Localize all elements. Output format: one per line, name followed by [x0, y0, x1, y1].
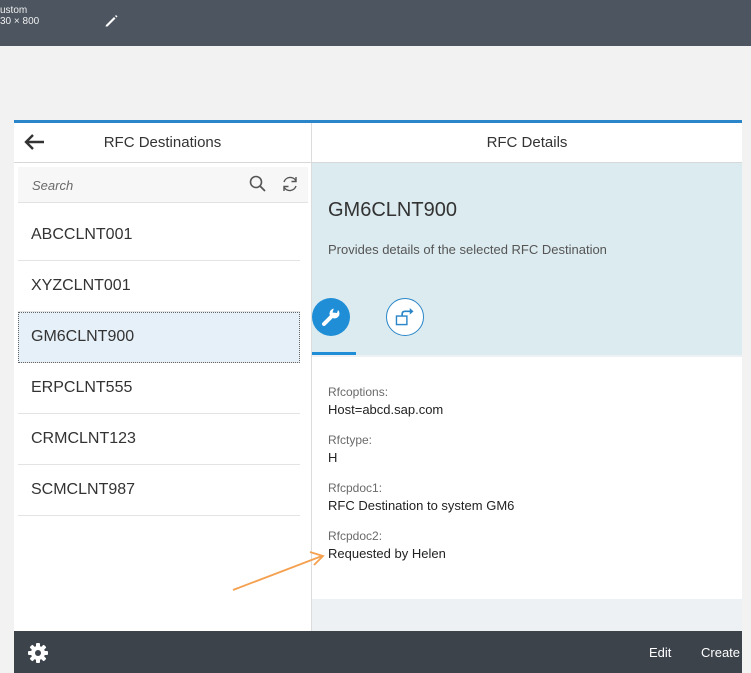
back-arrow-icon[interactable] [24, 132, 46, 152]
master-footer [14, 631, 312, 673]
share-icon [395, 308, 414, 326]
object-title: GM6CLNT900 [328, 199, 457, 221]
detail-header: RFC Details [312, 123, 742, 163]
search-icon[interactable] [248, 174, 268, 194]
master-header: RFC Destinations [14, 123, 311, 163]
field-value: H [328, 450, 338, 465]
browser-toolbar: ustom 30 × 800 [0, 0, 751, 46]
gear-icon[interactable] [27, 642, 49, 664]
master-title: RFC Destinations [103, 134, 222, 151]
split-app: RFC Destinations ABCCLNT001 XYZCLNT001 G… [14, 120, 742, 673]
field-rfcoptions: Rfcoptions: Host=abcd.sap.com [328, 385, 443, 418]
field-rfctype: Rfctype: H [328, 433, 372, 466]
page-background [0, 46, 751, 120]
tab-share[interactable] [386, 298, 424, 336]
detail-pane: RFC Details GM6CLNT900 Provides details … [312, 123, 742, 673]
search-bar [18, 167, 308, 203]
rfc-info-panel: Rfcoptions: Host=abcd.sap.com Rfctype: H… [312, 357, 742, 599]
tab-info[interactable] [312, 298, 350, 336]
master-pane: RFC Destinations ABCCLNT001 XYZCLNT001 G… [14, 123, 312, 673]
list-item[interactable]: CRMCLNT123 [18, 414, 300, 465]
rfc-destination-list: ABCCLNT001 XYZCLNT001 GM6CLNT900 ERPCLNT… [18, 210, 300, 516]
search-input[interactable] [30, 174, 234, 196]
active-tab-indicator [312, 352, 356, 355]
list-item-selected[interactable]: GM6CLNT900 [18, 312, 300, 363]
field-value: RFC Destination to system GM6 [328, 498, 515, 513]
create-button[interactable]: Create [701, 645, 740, 660]
field-label: Rfcpdoc1: [328, 481, 383, 495]
field-label: Rfctype: [328, 433, 373, 447]
field-label: Rfcoptions: [328, 385, 389, 399]
field-rfcpdoc1: Rfcpdoc1: RFC Destination to system GM6 [328, 481, 514, 514]
device-profile-label: ustom 30 × 800 [0, 5, 39, 27]
profile-name: ustom [0, 5, 28, 16]
edit-button[interactable]: Edit [649, 645, 671, 660]
list-item[interactable]: XYZCLNT001 [18, 261, 300, 312]
refresh-icon[interactable] [280, 174, 300, 194]
list-item[interactable]: SCMCLNT987 [18, 465, 300, 516]
pencil-icon[interactable] [103, 12, 119, 28]
field-rfcpdoc2: Rfcpdoc2: Requested by Helen [328, 529, 446, 562]
wrench-icon [322, 308, 340, 326]
list-item[interactable]: ABCCLNT001 [18, 210, 300, 261]
detail-footer: Edit Create [312, 631, 742, 673]
list-item[interactable]: ERPCLNT555 [18, 363, 300, 414]
field-label: Rfcpdoc2: [328, 529, 383, 543]
object-header: GM6CLNT900 Provides details of the selec… [312, 163, 742, 355]
object-subtitle: Provides details of the selected RFC Des… [328, 242, 607, 257]
detail-title: RFC Details [486, 134, 568, 151]
profile-size: 30 × 800 [0, 16, 40, 27]
field-value: Requested by Helen [328, 546, 446, 561]
field-value: Host=abcd.sap.com [328, 402, 444, 417]
